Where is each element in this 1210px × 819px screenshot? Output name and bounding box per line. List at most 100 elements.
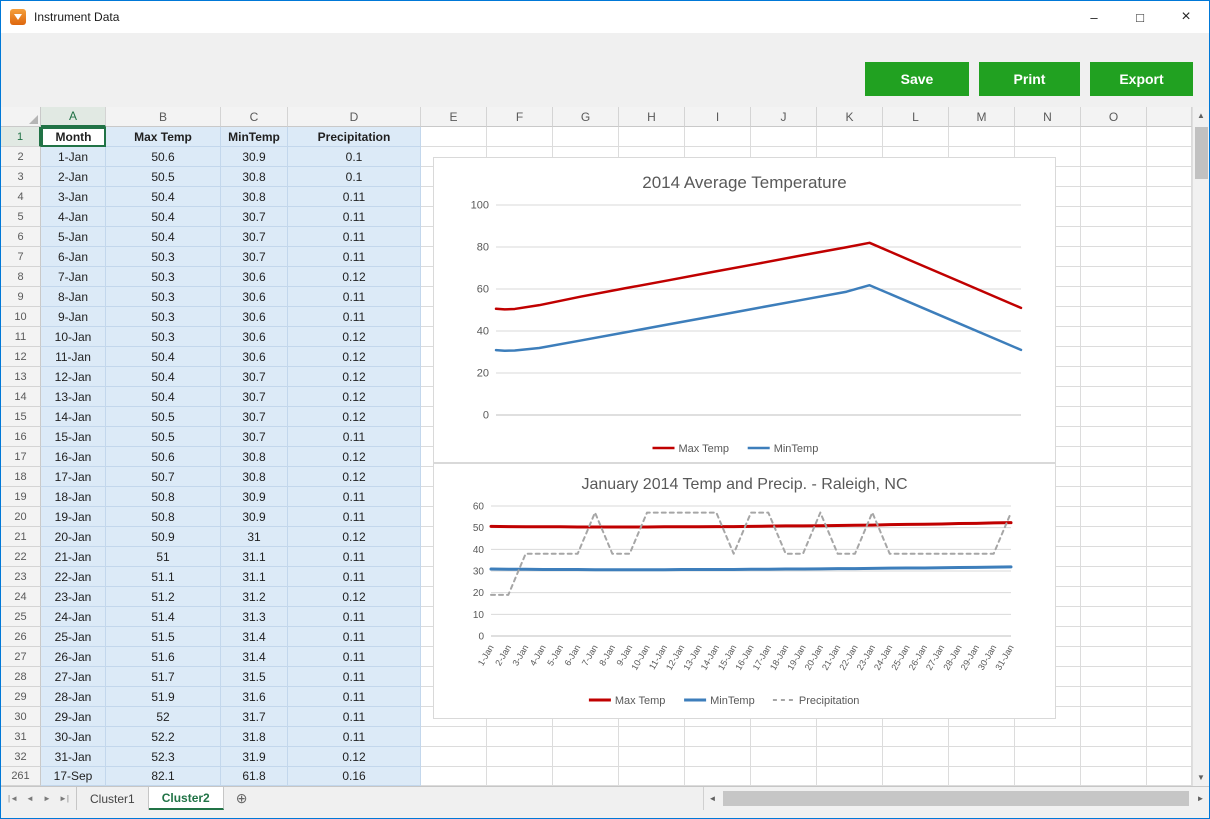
cell[interactable]: Month: [41, 127, 106, 147]
cell[interactable]: [1081, 187, 1147, 207]
cell[interactable]: 50.4: [106, 227, 221, 247]
cell[interactable]: [487, 767, 553, 786]
cell[interactable]: [1081, 487, 1147, 507]
row-header-6[interactable]: 6: [1, 227, 41, 247]
row-header-11[interactable]: 11: [1, 327, 41, 347]
cell[interactable]: [685, 767, 751, 786]
cell[interactable]: [487, 127, 553, 147]
row-header-21[interactable]: 21: [1, 527, 41, 547]
row-header-14[interactable]: 14: [1, 387, 41, 407]
cell[interactable]: 0.12: [288, 387, 421, 407]
cell[interactable]: [1081, 247, 1147, 267]
vertical-scroll-thumb[interactable]: [1195, 127, 1208, 179]
cell[interactable]: 50.4: [106, 187, 221, 207]
cell[interactable]: [1081, 747, 1147, 767]
cell[interactable]: 13-Jan: [41, 387, 106, 407]
cell[interactable]: [1081, 767, 1147, 786]
cell[interactable]: 0.11: [288, 427, 421, 447]
cell[interactable]: 0.11: [288, 547, 421, 567]
cell[interactable]: 30-Jan: [41, 727, 106, 747]
next-sheet-icon[interactable]: ►: [40, 794, 54, 803]
cell[interactable]: [751, 747, 817, 767]
cell[interactable]: [1081, 567, 1147, 587]
cell[interactable]: 0.1: [288, 167, 421, 187]
row-header-12[interactable]: 12: [1, 347, 41, 367]
maximize-button[interactable]: □: [1117, 1, 1163, 33]
cell[interactable]: 50.4: [106, 387, 221, 407]
cell[interactable]: 30.8: [221, 187, 288, 207]
cell[interactable]: [1081, 267, 1147, 287]
horizontal-scrollbar[interactable]: ◄ ►: [703, 787, 1209, 810]
cell[interactable]: [949, 767, 1015, 786]
cell[interactable]: 9-Jan: [41, 307, 106, 327]
select-all-corner[interactable]: [1, 107, 41, 127]
cell[interactable]: 6-Jan: [41, 247, 106, 267]
row-header-32[interactable]: 32: [1, 747, 41, 767]
cell[interactable]: 31.1: [221, 547, 288, 567]
cell[interactable]: 31.9: [221, 747, 288, 767]
cell[interactable]: 0.11: [288, 507, 421, 527]
cell[interactable]: [949, 747, 1015, 767]
cell[interactable]: 0.12: [288, 347, 421, 367]
cell[interactable]: 0.11: [288, 567, 421, 587]
cell[interactable]: 4-Jan: [41, 207, 106, 227]
save-button[interactable]: Save: [865, 62, 969, 96]
cell[interactable]: [1081, 427, 1147, 447]
cell[interactable]: 0.11: [288, 727, 421, 747]
cell[interactable]: [1015, 727, 1081, 747]
cell[interactable]: 61.8: [221, 767, 288, 786]
cell[interactable]: 0.12: [288, 447, 421, 467]
cell[interactable]: [1081, 127, 1147, 147]
cell[interactable]: 30.7: [221, 207, 288, 227]
cell[interactable]: [751, 767, 817, 786]
scroll-right-icon[interactable]: ►: [1192, 794, 1209, 803]
cell[interactable]: 25-Jan: [41, 627, 106, 647]
cell[interactable]: 31: [221, 527, 288, 547]
cell[interactable]: 50.5: [106, 167, 221, 187]
cell[interactable]: 0.12: [288, 467, 421, 487]
cell[interactable]: 0.11: [288, 647, 421, 667]
cell[interactable]: 0.11: [288, 607, 421, 627]
cell[interactable]: 82.1: [106, 767, 221, 786]
cell[interactable]: 0.11: [288, 687, 421, 707]
cell[interactable]: 16-Jan: [41, 447, 106, 467]
cell[interactable]: [1081, 407, 1147, 427]
row-header-22[interactable]: 22: [1, 547, 41, 567]
cell[interactable]: 50.3: [106, 327, 221, 347]
cell[interactable]: 0.11: [288, 487, 421, 507]
cell[interactable]: [1081, 327, 1147, 347]
cell[interactable]: 30.7: [221, 227, 288, 247]
cell[interactable]: 0.12: [288, 327, 421, 347]
cell[interactable]: 1-Jan: [41, 147, 106, 167]
cell[interactable]: 15-Jan: [41, 427, 106, 447]
column-header-j[interactable]: J: [751, 107, 817, 127]
cell[interactable]: 31.3: [221, 607, 288, 627]
row-header-16[interactable]: 16: [1, 427, 41, 447]
cell[interactable]: [1015, 767, 1081, 786]
horizontal-scroll-track[interactable]: [721, 787, 1192, 810]
column-header-h[interactable]: H: [619, 107, 685, 127]
cell[interactable]: 21-Jan: [41, 547, 106, 567]
cell[interactable]: Precipitation: [288, 127, 421, 147]
cell[interactable]: 27-Jan: [41, 667, 106, 687]
cell[interactable]: 31.4: [221, 627, 288, 647]
cell[interactable]: 50.5: [106, 427, 221, 447]
cell[interactable]: 30.9: [221, 507, 288, 527]
row-header-20[interactable]: 20: [1, 507, 41, 527]
cell[interactable]: 31.8: [221, 727, 288, 747]
cell[interactable]: 50.9: [106, 527, 221, 547]
add-sheet-button[interactable]: ⊕: [224, 787, 260, 810]
cell[interactable]: [1081, 667, 1147, 687]
cell[interactable]: [1081, 287, 1147, 307]
cell[interactable]: 50.7: [106, 467, 221, 487]
cell[interactable]: [1081, 387, 1147, 407]
sheet-tab-cluster2[interactable]: Cluster2: [149, 787, 224, 810]
cell[interactable]: [619, 747, 685, 767]
row-header-261[interactable]: 261: [1, 767, 41, 786]
cell[interactable]: 30.7: [221, 367, 288, 387]
cell[interactable]: 51.7: [106, 667, 221, 687]
column-header-a[interactable]: A: [41, 107, 106, 127]
cell[interactable]: 0.12: [288, 367, 421, 387]
cell[interactable]: [421, 727, 487, 747]
minimize-button[interactable]: –: [1071, 1, 1117, 33]
